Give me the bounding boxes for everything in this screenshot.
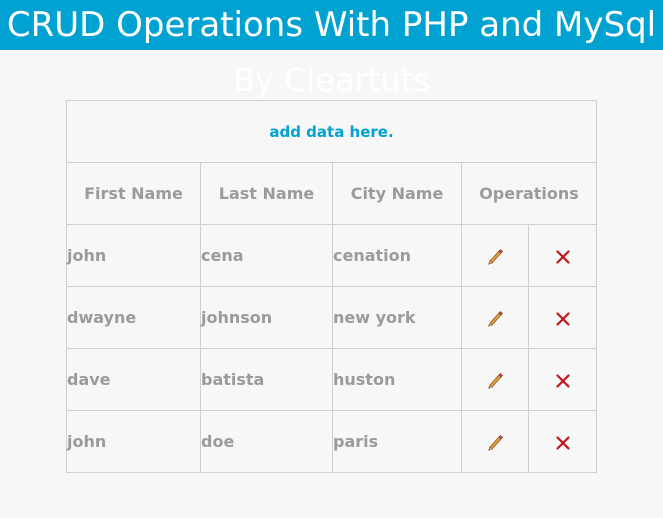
cell-first-name: dwayne [66, 286, 201, 349]
cell-first-name: john [66, 410, 201, 473]
cell-last-name: johnson [200, 286, 333, 349]
pencil-icon [486, 308, 504, 327]
cross-icon [555, 246, 571, 265]
pencil-icon [486, 246, 504, 265]
cross-icon [555, 432, 571, 451]
table-row: dwayne johnson new york [66, 286, 598, 349]
add-row: add data here. [65, 100, 598, 163]
page-subtitle: By Cleartuts [233, 61, 430, 99]
pencil-icon [486, 432, 504, 451]
table-header-row: First Name Last Name City Name Operation… [66, 162, 598, 225]
column-header-last-name: Last Name [200, 162, 333, 225]
column-header-first-name: First Name [66, 162, 201, 225]
cell-city-name: new york [332, 286, 462, 349]
table-row: john doe paris [66, 410, 598, 473]
cell-last-name: doe [200, 410, 333, 473]
column-header-city-name: City Name [332, 162, 462, 225]
add-data-link[interactable]: add data here. [269, 123, 393, 141]
edit-button[interactable] [461, 348, 529, 411]
cell-city-name: huston [332, 348, 462, 411]
cell-last-name: batista [200, 348, 333, 411]
cross-icon [555, 370, 571, 389]
records-table: add data here. First Name Last Name City… [65, 100, 598, 473]
pencil-icon [486, 370, 504, 389]
cell-city-name: cenation [332, 224, 462, 287]
delete-button[interactable] [527, 224, 598, 287]
cell-last-name: cena [200, 224, 333, 287]
page-title: CRUD Operations With PHP and MySql [6, 5, 657, 45]
delete-button[interactable] [527, 286, 598, 349]
edit-button[interactable] [461, 410, 529, 473]
edit-button[interactable] [461, 286, 529, 349]
add-cell: add data here. [65, 100, 598, 163]
delete-button[interactable] [527, 410, 598, 473]
edit-button[interactable] [461, 224, 529, 287]
table-row: dave batista huston [66, 348, 598, 411]
cross-icon [555, 308, 571, 327]
delete-button[interactable] [527, 348, 598, 411]
cell-city-name: paris [332, 410, 462, 473]
column-header-operations: Operations [460, 162, 598, 225]
table-row: john cena cenation [66, 224, 598, 287]
cell-first-name: john [66, 224, 201, 287]
cell-first-name: dave [66, 348, 201, 411]
